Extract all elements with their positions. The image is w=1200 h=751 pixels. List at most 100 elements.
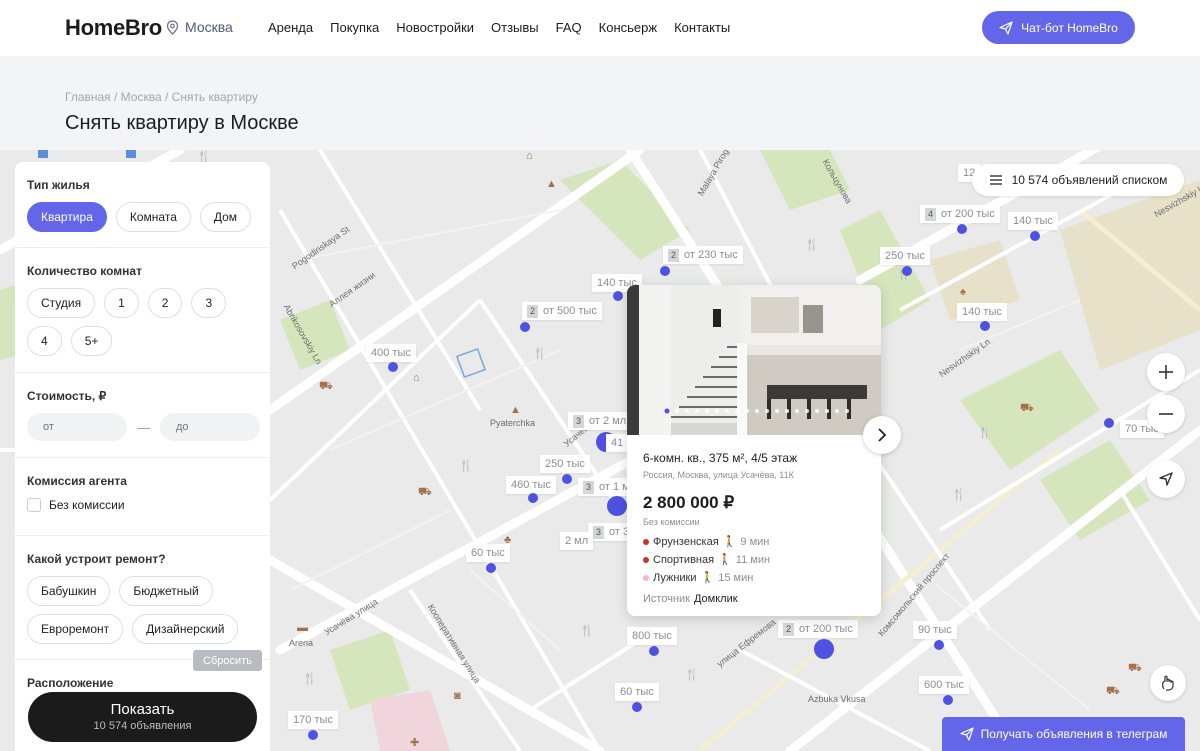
bar-icon: ♠ <box>960 286 966 298</box>
price-dot[interactable] <box>632 702 642 712</box>
price-pin[interactable]: 3 от 2 мл <box>568 412 632 430</box>
nav-reviews[interactable]: Отзывы <box>491 20 539 35</box>
metro-name: Спортивная <box>653 553 715 566</box>
draw-area-button[interactable] <box>1150 665 1186 701</box>
logo[interactable]: HomeBro <box>65 15 162 41</box>
checkbox-label: Без комиссии <box>49 498 125 512</box>
listing-photo[interactable] <box>627 285 881 435</box>
price-from-input[interactable] <box>27 413 127 441</box>
price-pin[interactable]: 41 <box>606 434 629 452</box>
metro-name: Фрунзенская <box>653 535 719 548</box>
filter-title: Тип жилья <box>27 178 90 192</box>
metro-name: Лужники <box>653 571 697 584</box>
price-pin[interactable]: 250 тыс <box>540 455 590 473</box>
price-pin[interactable]: 600 тыс <box>919 676 969 694</box>
price-dot[interactable] <box>388 362 398 372</box>
chip-renovation-grandma[interactable]: Бабушкин <box>27 576 111 606</box>
price-pin[interactable]: 60 тыс <box>615 683 659 701</box>
my-location-button[interactable] <box>1147 460 1185 498</box>
metro-line-dot <box>643 556 649 563</box>
chip-renovation-budget[interactable]: Бюджетный <box>119 576 213 606</box>
shop-icon: ▲ <box>546 178 557 190</box>
no-commission-checkbox[interactable]: Без комиссии <box>27 498 258 512</box>
zoom-out-button[interactable] <box>1147 395 1185 433</box>
price-dot[interactable] <box>957 224 967 234</box>
price-dot[interactable] <box>1030 231 1040 241</box>
price-pin[interactable]: 140 тыс <box>1008 212 1058 230</box>
chip-rooms-1[interactable]: 1 <box>104 288 139 318</box>
price-dot[interactable] <box>1104 418 1114 428</box>
price-pin[interactable]: 800 тыс <box>627 627 677 645</box>
reset-button[interactable]: Сбросить <box>193 650 262 671</box>
listing-card[interactable]: 6-комн. кв., 375 м², 4/5 этаж Россия, Мо… <box>627 285 901 616</box>
restaurant-icon: 🍴 <box>978 427 992 439</box>
chatbot-button[interactable]: Чат-бот HomeBro <box>982 11 1135 44</box>
restaurant-icon: 🍴 <box>303 673 317 685</box>
chip-rooms-2[interactable]: 2 <box>147 288 183 318</box>
breadcrumb[interactable]: Главная / Москва / Снять квартиру <box>65 90 258 104</box>
city-label: Москва <box>185 19 233 35</box>
price-pin[interactable]: 170 тыс <box>288 711 338 729</box>
show-count: 10 574 объявления <box>93 720 192 732</box>
price-dot[interactable] <box>562 474 572 484</box>
nav-buy[interactable]: Покупка <box>330 20 379 35</box>
price-to-input[interactable] <box>160 413 260 441</box>
chip-apartment[interactable]: Квартира <box>27 202 107 232</box>
price-dot[interactable] <box>520 322 530 332</box>
price-dot[interactable] <box>902 266 912 276</box>
filter-title: Расположение <box>27 676 114 690</box>
price-pin[interactable]: 460 тыс <box>506 476 556 494</box>
price-pin[interactable]: 60 тыс <box>466 544 510 562</box>
chip-renovation-euro[interactable]: Евроремонт <box>27 614 124 644</box>
nav-rent[interactable]: Аренда <box>268 20 313 35</box>
price-dot[interactable] <box>486 563 496 573</box>
price-dot[interactable] <box>660 266 670 276</box>
price-dot[interactable] <box>308 730 318 740</box>
price-pin[interactable]: 2 от 500 тыс <box>522 302 602 320</box>
price-dot[interactable] <box>943 695 953 705</box>
source-value[interactable]: Домклик <box>694 593 738 605</box>
chip-room[interactable]: Комната <box>115 202 191 232</box>
nav-new-buildings[interactable]: Новостройки <box>396 20 474 35</box>
chip-renovation-designer[interactable]: Дизайнерский <box>132 614 239 644</box>
telegram-subscribe-button[interactable]: Получать объявления в телеграм <box>942 717 1185 751</box>
plus-icon <box>1159 365 1173 379</box>
list-view-button[interactable]: 10 574 объявлений списком <box>972 164 1184 196</box>
navigation-arrow-icon <box>1159 472 1173 486</box>
price-dot[interactable] <box>528 493 538 503</box>
paper-plane-icon <box>959 727 974 741</box>
city-selector[interactable]: Москва <box>166 19 233 35</box>
listing-title[interactable]: 6-комн. кв., 375 м², 4/5 этаж <box>643 451 868 465</box>
price-pin[interactable]: 4 от 200 тыс <box>920 205 1000 223</box>
price-dot[interactable] <box>934 640 944 650</box>
chip-studio[interactable]: Студия <box>27 288 96 318</box>
chip-rooms-4[interactable]: 4 <box>27 326 62 356</box>
hand-draw-icon <box>1162 675 1174 691</box>
show-results-button[interactable]: Показать 10 574 объявления <box>28 692 257 742</box>
price-dot[interactable] <box>613 291 623 301</box>
price-dot[interactable] <box>649 646 659 656</box>
filter-price: Стоимость, ₽ — <box>15 373 270 458</box>
cart-icon: ⛟ <box>319 380 333 392</box>
price-pin[interactable]: 250 тыс <box>880 247 930 265</box>
zoom-in-button[interactable] <box>1147 353 1185 391</box>
chip-rooms-3[interactable]: 3 <box>191 288 227 318</box>
chip-house[interactable]: Дом <box>199 202 252 232</box>
price-pin[interactable]: 2 мл <box>560 532 594 550</box>
nav-concierge[interactable]: Консьерж <box>599 20 657 35</box>
chip-rooms-5plus[interactable]: 5+ <box>70 326 113 356</box>
price-dot[interactable] <box>607 496 627 516</box>
walking-icon: 🚶 <box>722 536 737 548</box>
price-pin[interactable]: 2 от 200 тыс <box>778 620 858 638</box>
price-pin[interactable]: 140 тыс <box>957 303 1007 321</box>
price-dot[interactable] <box>980 321 990 331</box>
price-pin[interactable]: 400 тыс <box>366 344 416 362</box>
next-photo-button[interactable] <box>863 416 901 454</box>
checkbox-box[interactable] <box>27 498 41 512</box>
price-pin[interactable]: 90 тыс <box>913 621 957 639</box>
range-dash: — <box>137 419 150 435</box>
nav-faq[interactable]: FAQ <box>556 20 582 35</box>
price-pin[interactable]: 2 от 230 тыс <box>663 246 743 264</box>
price-dot[interactable] <box>814 639 834 659</box>
nav-contacts[interactable]: Контакты <box>674 20 730 35</box>
